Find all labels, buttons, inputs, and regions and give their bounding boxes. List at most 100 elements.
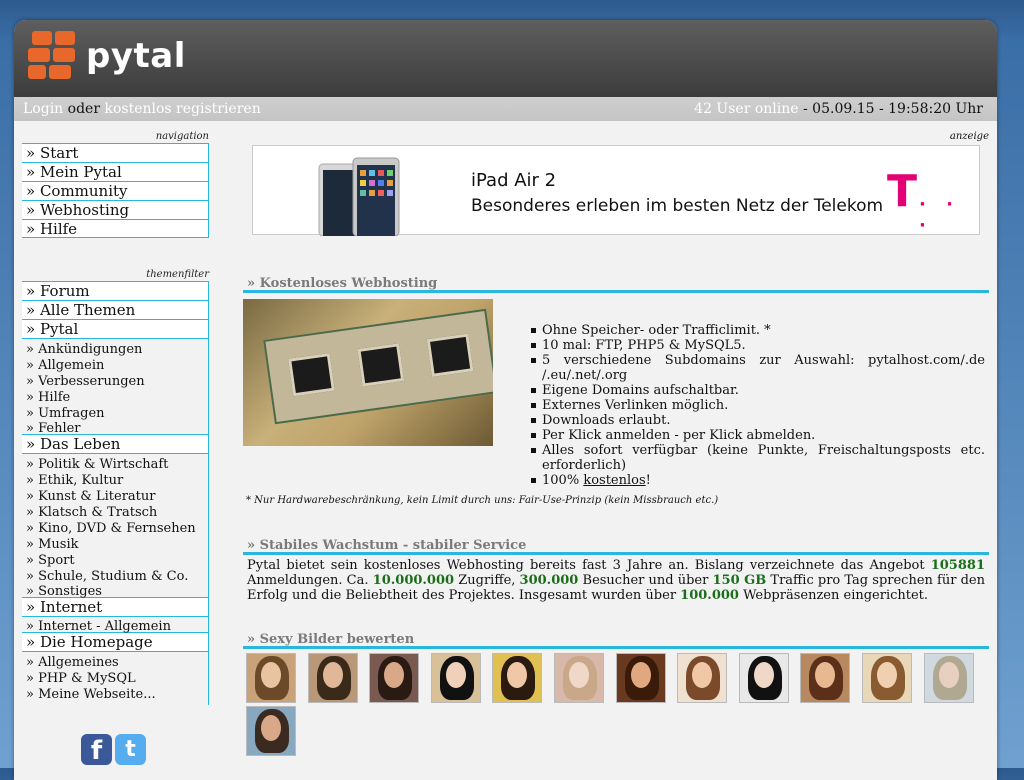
homepage-subitems: » Allgemeines » PHP & MySQL » Meine Webs… [22, 651, 208, 705]
ad-banner[interactable]: iPad Air 2 Besonderes erleben im besten … [252, 145, 980, 236]
filter-item[interactable]: » Klatsch & Tratsch [22, 505, 208, 521]
photo-thumbnail[interactable] [923, 653, 974, 703]
list-item: 100% kostenlos! [530, 473, 985, 488]
filter-item[interactable]: » Kunst & Literatur [22, 489, 208, 505]
filter-item[interactable]: » Schule, Studium & Co. [22, 569, 208, 585]
network-card-shape [263, 308, 493, 425]
photo-thumbnail[interactable] [800, 653, 851, 703]
photo-shape [630, 662, 651, 688]
auth-links: Login oder kostenlos registrieren [23, 97, 261, 121]
datetime: - 05.09.15 - 19:58:20 Uhr [798, 101, 983, 117]
social-links: f t [81, 734, 146, 766]
sidebar: navigation » Start » Mein Pytal » Commun… [22, 131, 209, 705]
photo-thumbnail[interactable] [677, 653, 728, 703]
pytal-subitems: » Ankündigungen » Allgemein » Verbesseru… [22, 338, 208, 436]
status-info: 42 User online - 05.09.15 - 19:58:20 Uhr [694, 97, 983, 121]
users-online-link[interactable]: 42 User online [694, 101, 798, 117]
nav-hilfe[interactable]: » Hilfe [22, 219, 208, 238]
wachstum-title: » Stabiles Wachstum - stabiler Service [243, 537, 989, 555]
filter-item[interactable]: » Ankündigungen [22, 342, 208, 358]
filter-pytal[interactable]: » Pytal [22, 319, 208, 338]
photo-shape [568, 662, 589, 688]
footnote: * Nur Hardwarebeschränkung, kein Limit d… [246, 495, 719, 506]
filter-alle-themen[interactable]: » Alle Themen [22, 300, 208, 319]
list-item: Eigene Domains aufschaltbar. [530, 383, 985, 398]
list-item: Downloads erlaubt. [530, 413, 985, 428]
nav-webhosting[interactable]: » Webhosting [22, 200, 208, 219]
filter-item[interactable]: » Internet - Allgemein [22, 620, 208, 634]
photo-thumbnail[interactable] [369, 653, 420, 703]
filter-forum[interactable]: » Forum [22, 281, 208, 300]
filter-item[interactable]: » Fehler [22, 422, 208, 436]
port-shape [426, 333, 474, 377]
facebook-icon[interactable]: f [81, 734, 112, 766]
text-part: Webpräsenzen eingerichtet. [738, 588, 929, 603]
ad-title: iPad Air 2 [471, 170, 557, 191]
photo-thumbnail[interactable] [615, 653, 666, 703]
filter-item[interactable]: » Sonstiges [22, 585, 208, 599]
photo-thumbnail[interactable] [738, 653, 789, 703]
photo-thumbnail[interactable] [861, 653, 912, 703]
filter-item[interactable]: » Sport [22, 553, 208, 569]
filter-item[interactable]: » Musik [22, 537, 208, 553]
top-bar: Login oder kostenlos registrieren 42 Use… [14, 97, 997, 121]
photo-thumbnail[interactable] [307, 653, 358, 703]
webhosting-section: » Kostenloses Webhosting Ohne Speicher- … [243, 275, 989, 506]
list-item: Ohne Speicher- oder Trafficlimit. * [530, 323, 985, 338]
nav-community[interactable]: » Community [22, 181, 208, 200]
filter-item[interactable]: » Kino, DVD & Fernsehen [22, 521, 208, 537]
navigation-title: navigation [155, 131, 209, 142]
login-link[interactable]: Login [23, 101, 63, 117]
filter-item[interactable]: » Verbesserungen [22, 374, 208, 390]
register-link[interactable]: kostenlos registrieren [104, 101, 260, 117]
filter-item[interactable]: » Politik & Wirtschaft [22, 457, 208, 473]
list-item: Alles sofort verfügbar (keine Punkte, Fr… [530, 443, 985, 473]
filter-item[interactable]: » Ethik, Kultur [22, 473, 208, 489]
leben-subitems: » Politik & Wirtschaft » Ethik, Kultur »… [22, 453, 208, 599]
telekom-dots: · · · [919, 194, 960, 236]
main-content: anzeige iPad Air 2 Besonderes erleben im… [243, 131, 989, 756]
internet-subitems: » Internet - Allgemein [22, 616, 208, 634]
photo-thumbnail[interactable] [246, 653, 296, 703]
bilder-section: » Sexy Bilder bewerten [243, 631, 989, 759]
twitter-icon[interactable]: t [115, 734, 146, 765]
photo-thumbnail[interactable] [430, 653, 481, 703]
filter-item[interactable]: » PHP & MySQL [22, 671, 208, 687]
feature-prefix: 100% [542, 473, 584, 488]
thumbnail-grid [243, 649, 989, 759]
port-shape [288, 352, 335, 397]
photo-shape [445, 662, 466, 688]
photo-thumbnail[interactable] [553, 653, 604, 703]
filter-item[interactable]: » Allgemeines [22, 655, 208, 671]
photo-thumbnail[interactable] [246, 706, 296, 756]
list-item: Externes Verlinken möglich. [530, 398, 985, 413]
text-part: Zugriffe, [454, 573, 520, 588]
oder-text: oder [67, 101, 101, 117]
kostenlos-link[interactable]: kostenlos [583, 473, 645, 488]
stat-visitors: 300.000 [519, 573, 579, 588]
feature-list: Ohne Speicher- oder Trafficlimit. * 10 m… [530, 323, 985, 488]
logo-icon[interactable] [28, 31, 78, 79]
webhosting-title[interactable]: » Kostenloses Webhosting [243, 275, 989, 293]
themenfilter-title: themenfilter [146, 269, 209, 280]
filter-item[interactable]: » Umfragen [22, 406, 208, 422]
list-item: Per Klick anmelden - per Klick abmelden. [530, 428, 985, 443]
filter-internet[interactable]: » Internet [22, 597, 208, 616]
photo-shape [876, 662, 897, 688]
list-item: 10 mal: FTP, PHP5 & MySQL5. [530, 338, 985, 353]
filter-item[interactable]: » Hilfe [22, 390, 208, 406]
stat-traffic: 150 GB [712, 573, 767, 588]
nav-start[interactable]: » Start [22, 143, 208, 162]
stat-signups: 105881 [930, 558, 985, 573]
logo-text[interactable]: pytal [86, 36, 186, 76]
text-part: Besucher und über [578, 573, 713, 588]
feature-suffix: ! [645, 473, 651, 488]
photo-thumbnail[interactable] [492, 653, 543, 703]
filter-item[interactable]: » Allgemein [22, 358, 208, 374]
filter-das-leben[interactable]: » Das Leben [22, 434, 208, 453]
filter-item[interactable]: » Meine Webseite... [22, 687, 208, 703]
nav-mein-pytal[interactable]: » Mein Pytal [22, 162, 208, 181]
photo-shape [261, 662, 281, 688]
filter-die-homepage[interactable]: » Die Homepage [22, 632, 208, 651]
photo-shape [753, 662, 774, 688]
